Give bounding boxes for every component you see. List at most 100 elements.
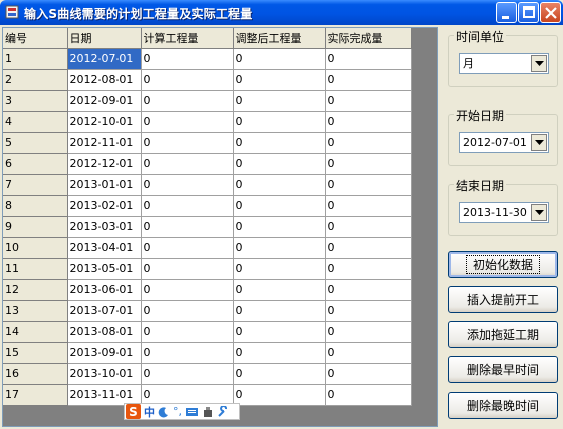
cell-adjusted-qty[interactable]: 0: [233, 342, 326, 364]
col-header-id[interactable]: 编号: [3, 28, 68, 49]
cell-calc-qty[interactable]: 0: [141, 279, 234, 301]
cell-actual-qty[interactable]: 0: [325, 48, 412, 70]
cell-date[interactable]: 2013-07-01: [67, 300, 142, 322]
cell-calc-qty[interactable]: 0: [141, 321, 234, 343]
dropdown-arrow-button[interactable]: [531, 55, 547, 72]
cell-adjusted-qty[interactable]: 0: [233, 216, 326, 238]
cell-calc-qty[interactable]: 0: [141, 111, 234, 133]
cell-adjusted-qty[interactable]: 0: [233, 132, 326, 154]
cell-adjusted-qty[interactable]: 0: [233, 300, 326, 322]
table-row[interactable]: 6 2012-12-01 0 0 0: [3, 153, 412, 175]
cell-id[interactable]: 11: [3, 258, 68, 280]
cell-adjusted-qty[interactable]: 0: [233, 258, 326, 280]
col-header-date[interactable]: 日期: [67, 28, 142, 49]
cell-calc-qty[interactable]: 0: [141, 69, 234, 91]
cell-id[interactable]: 17: [3, 384, 68, 406]
cell-date[interactable]: 2013-01-01: [67, 174, 142, 196]
cell-id[interactable]: 8: [3, 195, 68, 217]
cell-adjusted-qty[interactable]: 0: [233, 48, 326, 70]
cell-adjusted-qty[interactable]: 0: [233, 69, 326, 91]
ime-toolbar[interactable]: S 中 °,: [124, 403, 240, 420]
ime-mode-indicator[interactable]: 中: [144, 404, 155, 420]
cell-calc-qty[interactable]: 0: [141, 48, 234, 70]
end-date-picker[interactable]: 2013-11-30: [459, 202, 549, 223]
table-row[interactable]: 7 2013-01-01 0 0 0: [3, 174, 412, 196]
cell-date[interactable]: 2013-08-01: [67, 321, 142, 343]
cell-id[interactable]: 12: [3, 279, 68, 301]
table-row[interactable]: 2 2012-08-01 0 0 0: [3, 69, 412, 91]
cell-actual-qty[interactable]: 0: [325, 174, 412, 196]
cell-actual-qty[interactable]: 0: [325, 321, 412, 343]
cell-actual-qty[interactable]: 0: [325, 90, 412, 112]
start-date-picker[interactable]: 2012-07-01: [459, 132, 549, 153]
cell-date[interactable]: 2012-07-01: [67, 48, 142, 70]
time-unit-select[interactable]: 月: [459, 53, 549, 74]
add-delay-button[interactable]: 添加拖延工期: [448, 321, 558, 348]
dropdown-arrow-button[interactable]: [531, 134, 547, 151]
table-row[interactable]: 17 2013-11-01 0 0 0: [3, 384, 412, 406]
col-header-calc-qty[interactable]: 计算工程量: [141, 28, 234, 49]
cell-calc-qty[interactable]: 0: [141, 195, 234, 217]
cell-id[interactable]: 13: [3, 300, 68, 322]
cell-actual-qty[interactable]: 0: [325, 132, 412, 154]
cell-calc-qty[interactable]: 0: [141, 216, 234, 238]
delete-earliest-button[interactable]: 删除最早时间: [448, 356, 558, 383]
toolbox-icon[interactable]: [202, 406, 214, 418]
cell-actual-qty[interactable]: 0: [325, 258, 412, 280]
init-data-button[interactable]: 初始化数据: [448, 251, 558, 278]
cell-date[interactable]: 2013-04-01: [67, 237, 142, 259]
cell-id[interactable]: 1: [3, 48, 68, 70]
cell-calc-qty[interactable]: 0: [141, 258, 234, 280]
cell-date[interactable]: 2012-11-01: [67, 132, 142, 154]
cell-actual-qty[interactable]: 0: [325, 342, 412, 364]
ime-logo-icon[interactable]: S: [126, 404, 141, 419]
cell-calc-qty[interactable]: 0: [141, 342, 234, 364]
cell-actual-qty[interactable]: 0: [325, 237, 412, 259]
cell-adjusted-qty[interactable]: 0: [233, 321, 326, 343]
title-bar[interactable]: 输入S曲线需要的计划工程量及实际工程量: [0, 0, 563, 25]
cell-date[interactable]: 2013-11-01: [67, 384, 142, 406]
cell-calc-qty[interactable]: 0: [141, 384, 234, 406]
cell-id[interactable]: 2: [3, 69, 68, 91]
table-row[interactable]: 13 2013-07-01 0 0 0: [3, 300, 412, 322]
cell-calc-qty[interactable]: 0: [141, 90, 234, 112]
cell-date[interactable]: 2012-09-01: [67, 90, 142, 112]
cell-actual-qty[interactable]: 0: [325, 300, 412, 322]
cell-calc-qty[interactable]: 0: [141, 363, 234, 385]
cell-actual-qty[interactable]: 0: [325, 279, 412, 301]
cell-adjusted-qty[interactable]: 0: [233, 363, 326, 385]
cell-date[interactable]: 2013-02-01: [67, 195, 142, 217]
cell-id[interactable]: 5: [3, 132, 68, 154]
moon-icon[interactable]: [158, 406, 170, 418]
cell-actual-qty[interactable]: 0: [325, 216, 412, 238]
table-row[interactable]: 15 2013-09-01 0 0 0: [3, 342, 412, 364]
table-row[interactable]: 10 2013-04-01 0 0 0: [3, 237, 412, 259]
cell-actual-qty[interactable]: 0: [325, 111, 412, 133]
keyboard-icon[interactable]: [185, 406, 199, 418]
col-header-actual-qty[interactable]: 实际完成量: [325, 28, 412, 49]
col-header-adjusted-qty[interactable]: 调整后工程量: [233, 28, 326, 49]
cell-date[interactable]: 2012-10-01: [67, 111, 142, 133]
cell-calc-qty[interactable]: 0: [141, 132, 234, 154]
minimize-button[interactable]: [496, 2, 517, 23]
cell-id[interactable]: 16: [3, 363, 68, 385]
cell-id[interactable]: 3: [3, 90, 68, 112]
maximize-button[interactable]: [518, 2, 539, 23]
cell-id[interactable]: 7: [3, 174, 68, 196]
table-row[interactable]: 16 2013-10-01 0 0 0: [3, 363, 412, 385]
cell-date[interactable]: 2013-05-01: [67, 258, 142, 280]
cell-id[interactable]: 15: [3, 342, 68, 364]
cell-adjusted-qty[interactable]: 0: [233, 111, 326, 133]
cell-date[interactable]: 2012-12-01: [67, 153, 142, 175]
cell-actual-qty[interactable]: 0: [325, 69, 412, 91]
close-button[interactable]: [540, 2, 561, 23]
cell-calc-qty[interactable]: 0: [141, 300, 234, 322]
cell-id[interactable]: 4: [3, 111, 68, 133]
cell-adjusted-qty[interactable]: 0: [233, 195, 326, 217]
cell-actual-qty[interactable]: 0: [325, 195, 412, 217]
cell-date[interactable]: 2012-08-01: [67, 69, 142, 91]
cell-actual-qty[interactable]: 0: [325, 384, 412, 406]
cell-date[interactable]: 2013-06-01: [67, 279, 142, 301]
punctuation-icon[interactable]: °,: [173, 405, 182, 418]
cell-id[interactable]: 6: [3, 153, 68, 175]
